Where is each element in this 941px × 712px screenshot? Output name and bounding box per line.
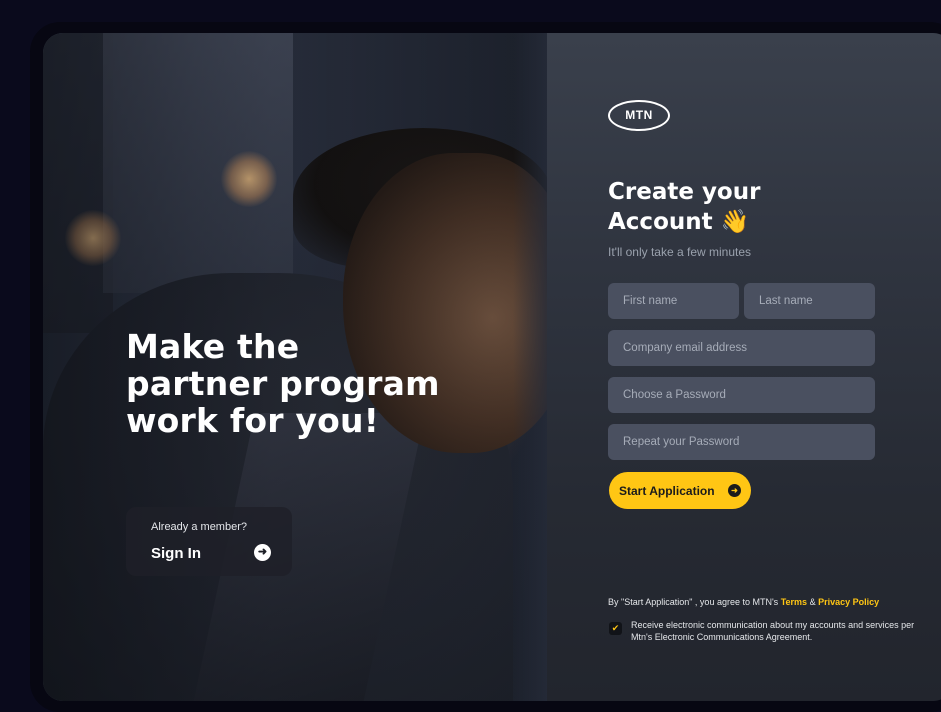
hero-headline: Make the partner program work for you! xyxy=(126,328,440,439)
hero-photo: Make the partner program work for you! A… xyxy=(43,33,573,701)
legal-amp: & xyxy=(809,597,816,607)
mtn-logo: MTN xyxy=(608,100,670,131)
already-member-label: Already a member? xyxy=(151,521,247,533)
start-application-button[interactable]: Start Application ➜ xyxy=(609,472,751,509)
form-subtitle: It'll only take a few minutes xyxy=(608,245,752,259)
hero-line: Make the xyxy=(126,327,300,366)
password-input[interactable] xyxy=(608,377,875,413)
consent-checkbox[interactable]: ✔ xyxy=(609,622,622,635)
signup-form-panel: MTN Create your Account 👋 It'll only tak… xyxy=(547,33,941,701)
sign-in-card[interactable]: Already a member? Sign In ➜ xyxy=(126,507,292,576)
checkmark-icon: ✔ xyxy=(611,623,620,633)
first-name-input[interactable] xyxy=(608,283,739,319)
privacy-policy-link[interactable]: Privacy Policy xyxy=(818,597,879,607)
repeat-password-input[interactable] xyxy=(608,424,875,460)
legal-text: By "Start Application" , you agree to MT… xyxy=(608,597,779,607)
hero-line: partner program xyxy=(126,364,440,403)
waving-hand-icon: 👋 xyxy=(720,209,750,235)
form-title-line: Account xyxy=(608,209,713,235)
arrow-right-circle-icon[interactable]: ➜ xyxy=(254,544,271,561)
sign-in-button-label[interactable]: Sign In xyxy=(151,545,201,562)
form-title: Create your Account 👋 xyxy=(608,177,760,237)
last-name-input[interactable] xyxy=(744,283,875,319)
start-application-label: Start Application xyxy=(619,483,715,498)
consent-label: Receive electronic communication about m… xyxy=(631,620,915,642)
email-input[interactable] xyxy=(608,330,875,366)
form-title-line: Create your xyxy=(608,179,761,205)
legal-notice: By "Start Application" , you agree to MT… xyxy=(608,597,879,607)
panel-divider xyxy=(513,33,547,701)
signup-screen: Make the partner program work for you! A… xyxy=(43,33,941,701)
hero-line: work for you! xyxy=(126,401,379,440)
arrow-right-circle-icon: ➜ xyxy=(728,484,741,497)
terms-link[interactable]: Terms xyxy=(781,597,807,607)
